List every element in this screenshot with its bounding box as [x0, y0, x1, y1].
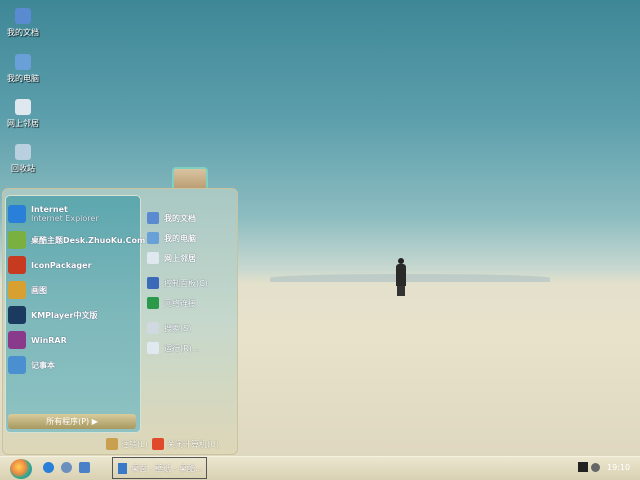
- pinned-program[interactable]: 桌酷主题Desk.ZhuoKu.Com: [8, 229, 145, 251]
- taskbar: [0, 456, 640, 480]
- logoff-icon: [106, 438, 118, 450]
- desktop-icon-label: 我的文档: [7, 28, 39, 37]
- document-icon: [118, 462, 127, 474]
- pinned-program[interactable]: WinRAR: [8, 329, 67, 351]
- place-label: 控制面板(C): [164, 278, 208, 288]
- desktop-icon-label: 回收站: [11, 164, 35, 173]
- program-label: WinRAR: [31, 335, 67, 345]
- place-label: 运行(R)...: [164, 343, 200, 353]
- start-place-item[interactable]: 我的电脑: [147, 230, 196, 246]
- tray-status-icon[interactable]: [591, 462, 600, 472]
- control-panel-icon: [147, 277, 159, 289]
- network-icon: [15, 99, 31, 115]
- pinned-program[interactable]: KMPlayer中文版: [8, 304, 98, 326]
- my-computer-icon: [15, 54, 31, 70]
- desktop-icon-label: 网上邻居: [7, 119, 39, 128]
- my-documents-icon: [15, 8, 31, 24]
- kmplayer-icon: [8, 306, 26, 324]
- taskbar-button-label: 桌面 - 壁纸 - 桌酷...: [131, 463, 203, 473]
- arrow-right-icon: ▶: [91, 417, 98, 426]
- shutdown-label: 关闭计算机(U): [167, 439, 220, 449]
- my-computer-icon: [147, 232, 159, 244]
- internet-explorer-icon: [8, 205, 26, 223]
- winrar-icon: [8, 331, 26, 349]
- desktop-icon[interactable]: 回收站: [0, 144, 46, 174]
- start-place-item[interactable]: 运行(R)...: [147, 340, 199, 356]
- start-place-item[interactable]: 网上邻居: [147, 250, 196, 266]
- shutdown-button[interactable]: 关闭计算机(U): [152, 438, 219, 450]
- zhuoku-icon: [8, 231, 26, 249]
- all-programs-button[interactable]: 所有程序(P) ▶: [8, 414, 136, 429]
- logoff-button[interactable]: 注销(L): [106, 438, 148, 450]
- desktop-icon[interactable]: 网上邻居: [0, 99, 46, 129]
- program-label: 记事本: [31, 360, 55, 370]
- taskbar-button-browser[interactable]: 桌面 - 壁纸 - 桌酷...: [112, 457, 207, 479]
- pinned-program[interactable]: Internet Internet Explorer: [8, 203, 99, 225]
- program-label: KMPlayer中文版: [31, 310, 98, 320]
- paint-icon: [8, 281, 26, 299]
- place-label: 搜索(S): [164, 323, 192, 333]
- recycle-bin-icon: [15, 144, 31, 160]
- place-label: 我的电脑: [164, 233, 196, 243]
- start-button[interactable]: [10, 459, 32, 479]
- logoff-label: 注销(L): [121, 439, 148, 449]
- pinned-program[interactable]: 记事本: [8, 354, 55, 376]
- all-programs-label: 所有程序(P): [46, 417, 90, 426]
- tray-app-icon[interactable]: [578, 462, 588, 472]
- pinned-program[interactable]: 画图: [8, 279, 47, 301]
- program-label: 画图: [31, 285, 47, 295]
- desktop-icon[interactable]: 我的电脑: [0, 54, 46, 84]
- program-label: Internet: [31, 205, 68, 214]
- quicklaunch-show-desktop-icon[interactable]: [79, 462, 90, 473]
- desktop-icon[interactable]: 我的文档: [0, 8, 46, 38]
- search-icon: [147, 322, 159, 334]
- program-sublabel: Internet Explorer: [31, 214, 99, 223]
- quicklaunch-ie-icon[interactable]: [43, 462, 54, 473]
- iconpackager-icon: [8, 256, 26, 274]
- system-tray: 19:10: [578, 462, 630, 472]
- place-label: 网络连接: [164, 298, 196, 308]
- pinned-program[interactable]: IconPackager: [8, 254, 92, 276]
- wallpaper-mountains: [270, 274, 550, 282]
- place-label: 网上邻居: [164, 253, 196, 263]
- start-place-item[interactable]: 我的文档: [147, 210, 196, 226]
- place-label: 我的文档: [164, 213, 196, 223]
- network-icon: [147, 252, 159, 264]
- program-label: IconPackager: [31, 260, 92, 270]
- network-connections-icon: [147, 297, 159, 309]
- shutdown-icon: [152, 438, 164, 450]
- my-documents-icon: [147, 212, 159, 224]
- notepad-icon: [8, 356, 26, 374]
- clock[interactable]: 19:10: [607, 463, 630, 472]
- wallpaper-person: [395, 258, 407, 298]
- desktop-icon-label: 我的电脑: [7, 74, 39, 83]
- start-place-item[interactable]: 搜索(S): [147, 320, 191, 336]
- run-icon: [147, 342, 159, 354]
- start-place-item[interactable]: 网络连接: [147, 295, 196, 311]
- program-label: 桌酷主题Desk.ZhuoKu.Com: [31, 235, 146, 245]
- quicklaunch-media-icon[interactable]: [61, 462, 72, 473]
- start-place-item[interactable]: 控制面板(C): [147, 275, 208, 291]
